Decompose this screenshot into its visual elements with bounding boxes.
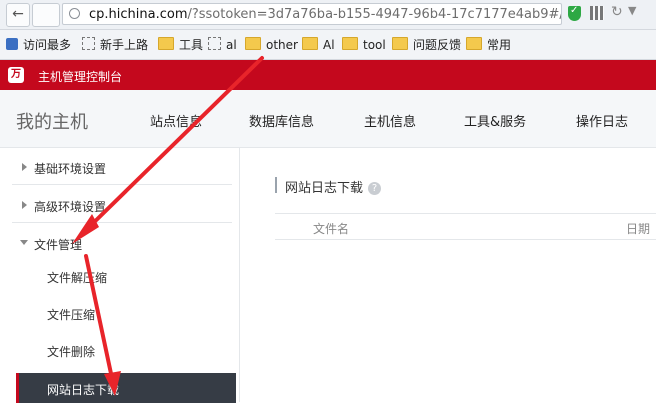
bookmark-getting-started[interactable]: 新手上路 (82, 37, 148, 53)
sidebar-group-label: 文件管理 (34, 238, 83, 252)
search-icon (6, 38, 18, 50)
console-title[interactable]: 主机管理控制台 (38, 68, 122, 85)
bookmark-common[interactable]: 常用 (466, 37, 511, 53)
folder-icon (466, 37, 482, 50)
folder-icon (392, 37, 408, 50)
brand-logo-icon[interactable]: 万 (8, 67, 24, 83)
help-icon[interactable]: ? (368, 182, 382, 195)
bookmarks-bar: 访问最多 新手上路 工具 al other Al tool 问题反馈 常用 (0, 30, 656, 60)
bookmark-al-folder[interactable]: Al (302, 37, 335, 53)
bookmark-other[interactable]: other (245, 37, 298, 53)
page-icon (82, 37, 95, 50)
address-bar[interactable]: cp.hichina.com/?ssotoken=3d7a76ba-b155-4… (62, 3, 562, 25)
page-menu-button[interactable] (32, 3, 60, 27)
sidebar-item-file-delete[interactable]: 文件删除 (16, 335, 236, 365)
bookmark-al[interactable]: al (208, 37, 237, 53)
nav-tools-services[interactable]: 工具&服务 (464, 111, 526, 130)
folder-icon (302, 37, 318, 50)
folder-icon (158, 37, 174, 50)
column-header-date: 日期 (626, 222, 651, 236)
chevron-right-icon (22, 201, 27, 209)
page-title-wrap: 网站日志下载? (275, 177, 382, 196)
sidebar-group-file-management[interactable]: 文件管理 (0, 224, 236, 261)
console-header: 万 主机管理控制台 (0, 60, 656, 90)
globe-icon (69, 8, 80, 19)
back-button[interactable]: ← (6, 3, 30, 27)
sidebar: 基础环境设置 高级环境设置 文件管理 文件解压缩 文件压缩 文件删除 网站日志下… (0, 148, 240, 403)
page-title: 网站日志下载 (285, 181, 364, 196)
sidebar-item-log-download[interactable]: 网站日志下载 (16, 373, 236, 403)
page-icon (208, 37, 221, 50)
top-nav: 我的主机 站点信息 数据库信息 主机信息 工具&服务 操作日志 (0, 90, 656, 148)
reload-icon[interactable]: ↻ (611, 4, 623, 20)
qr-code-icon[interactable] (590, 6, 604, 20)
sidebar-group-advanced-env[interactable]: 高级环境设置 (0, 186, 236, 223)
bookmark-tool[interactable]: tool (342, 37, 386, 53)
nav-operation-log[interactable]: 操作日志 (576, 111, 628, 130)
sidebar-item-label: 网站日志下载 (47, 383, 120, 397)
chevron-down-icon[interactable]: ▼ (628, 4, 636, 17)
nav-host-info[interactable]: 主机信息 (364, 111, 416, 130)
sidebar-item-file-zip[interactable]: 文件压缩 (16, 298, 236, 328)
folder-icon (342, 37, 358, 50)
sidebar-item-label: 文件解压缩 (47, 271, 108, 285)
nav-brand[interactable]: 我的主机 (16, 108, 88, 134)
nav-site-info[interactable]: 站点信息 (150, 111, 202, 130)
browser-toolbar: ← cp.hichina.com/?ssotoken=3d7a76ba-b155… (0, 0, 656, 30)
bookmark-tools[interactable]: 工具 (158, 37, 203, 53)
chevron-down-icon (20, 240, 28, 245)
column-header-filename: 文件名 (313, 222, 350, 236)
sidebar-group-label: 高级环境设置 (34, 200, 107, 214)
sidebar-group-basic-env[interactable]: 基础环境设置 (0, 148, 236, 185)
bookmark-feedback[interactable]: 问题反馈 (392, 37, 461, 53)
sidebar-item-label: 文件删除 (47, 345, 96, 359)
table-header: 文件名 日期 (275, 213, 656, 240)
sidebar-item-label: 文件压缩 (47, 308, 96, 322)
chevron-right-icon (22, 163, 27, 171)
nav-database-info[interactable]: 数据库信息 (249, 111, 314, 130)
url-text: cp.hichina.com/?ssotoken=3d7a76ba-b155-4… (89, 7, 562, 22)
bookmark-most-visited[interactable]: 访问最多 (6, 37, 71, 53)
folder-icon (245, 37, 261, 50)
sidebar-item-file-unzip[interactable]: 文件解压缩 (16, 261, 236, 291)
sidebar-group-label: 基础环境设置 (34, 162, 107, 176)
shield-icon[interactable] (568, 5, 581, 21)
